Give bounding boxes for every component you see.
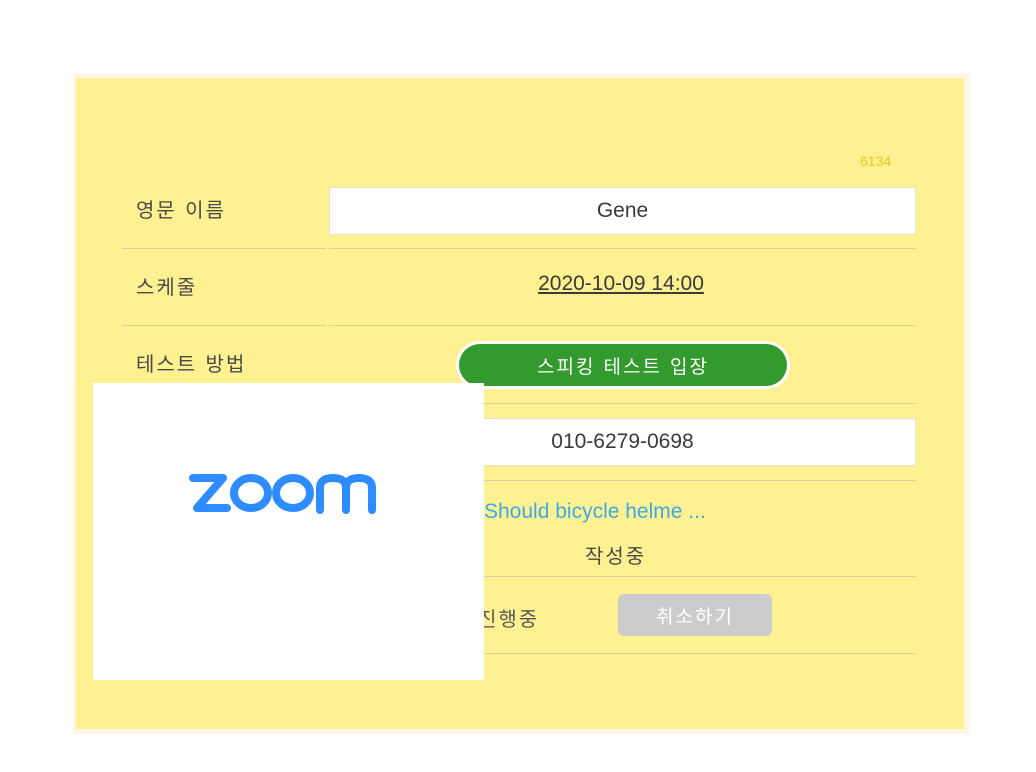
zoom-logo-mark bbox=[189, 474, 376, 514]
zoom-overlay-panel bbox=[93, 383, 484, 680]
essay-topic-link[interactable]: Should bicycle helme ... bbox=[484, 500, 784, 524]
progress-status: 진행중 bbox=[478, 607, 540, 631]
divider bbox=[122, 325, 326, 326]
schedule-link[interactable]: 2020-10-09 14:00 bbox=[326, 272, 916, 296]
cancel-button[interactable]: 취소하기 bbox=[618, 594, 772, 636]
schedule-label: 스케줄 bbox=[136, 275, 198, 299]
speaking-test-enter-label: 스피킹 테스트 입장 bbox=[459, 344, 787, 386]
divider bbox=[122, 248, 326, 249]
essay-status: 작성중 bbox=[585, 544, 647, 568]
phone-value: 010-6279-0698 bbox=[551, 430, 694, 453]
test-method-label: 테스트 방법 bbox=[136, 352, 247, 376]
speaking-test-enter-button[interactable]: 스피킹 테스트 입장 bbox=[456, 341, 790, 389]
english-name-field[interactable]: Gene bbox=[329, 187, 916, 235]
english-name-value: Gene bbox=[596, 199, 649, 222]
reservation-code: 6134 bbox=[860, 153, 892, 169]
zoom-logo bbox=[189, 474, 376, 514]
divider bbox=[329, 248, 916, 249]
english-name-label: 영문 이름 bbox=[136, 198, 226, 222]
divider bbox=[329, 325, 916, 326]
